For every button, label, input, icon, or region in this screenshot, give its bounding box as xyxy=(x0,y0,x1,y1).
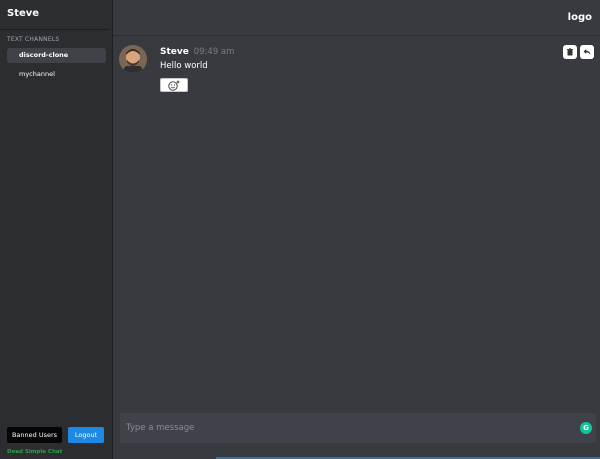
user-avatar-icon xyxy=(119,45,147,73)
server-name: Steve xyxy=(0,0,109,30)
message-timestamp: 09:49 am xyxy=(193,47,235,57)
grammarly-icon[interactable]: G xyxy=(580,422,592,434)
sidebar-footer: Banned Users Logout xyxy=(7,427,104,443)
reply-icon xyxy=(583,49,591,55)
message-input[interactable] xyxy=(120,413,560,443)
channel-item-mychannel[interactable]: mychannel xyxy=(7,67,106,82)
banned-users-button[interactable]: Banned Users xyxy=(7,427,62,443)
top-bar: logo xyxy=(113,0,600,36)
message-header: Steve 09:49 am xyxy=(160,47,234,57)
message-item: Steve 09:49 am Hello world xyxy=(119,45,594,97)
reply-message-button[interactable] xyxy=(580,45,594,59)
logout-button[interactable]: Logout xyxy=(68,427,104,443)
add-emoji-icon xyxy=(168,80,180,91)
trash-icon xyxy=(567,48,573,56)
avatar xyxy=(119,45,147,73)
message-text: Hello world xyxy=(160,61,208,71)
chat-main: logo Steve 09:49 am Hello world Type a m… xyxy=(113,0,600,459)
message-actions xyxy=(563,45,594,59)
brand-link[interactable]: Dead Simple Chat xyxy=(7,449,62,455)
add-reaction-button[interactable] xyxy=(160,78,188,92)
message-author[interactable]: Steve xyxy=(160,47,189,57)
delete-message-button[interactable] xyxy=(563,45,577,59)
section-label-text-channels: TEXT CHANNELS xyxy=(7,36,60,43)
app: Steve TEXT CHANNELS discord-clone mychan… xyxy=(0,0,600,459)
logo: logo xyxy=(567,12,592,23)
message-composer: G xyxy=(120,413,596,443)
sidebar: Steve TEXT CHANNELS discord-clone mychan… xyxy=(0,0,113,459)
channel-list: discord-clone mychannel xyxy=(0,48,112,82)
channel-item-discord-clone[interactable]: discord-clone xyxy=(7,48,106,63)
